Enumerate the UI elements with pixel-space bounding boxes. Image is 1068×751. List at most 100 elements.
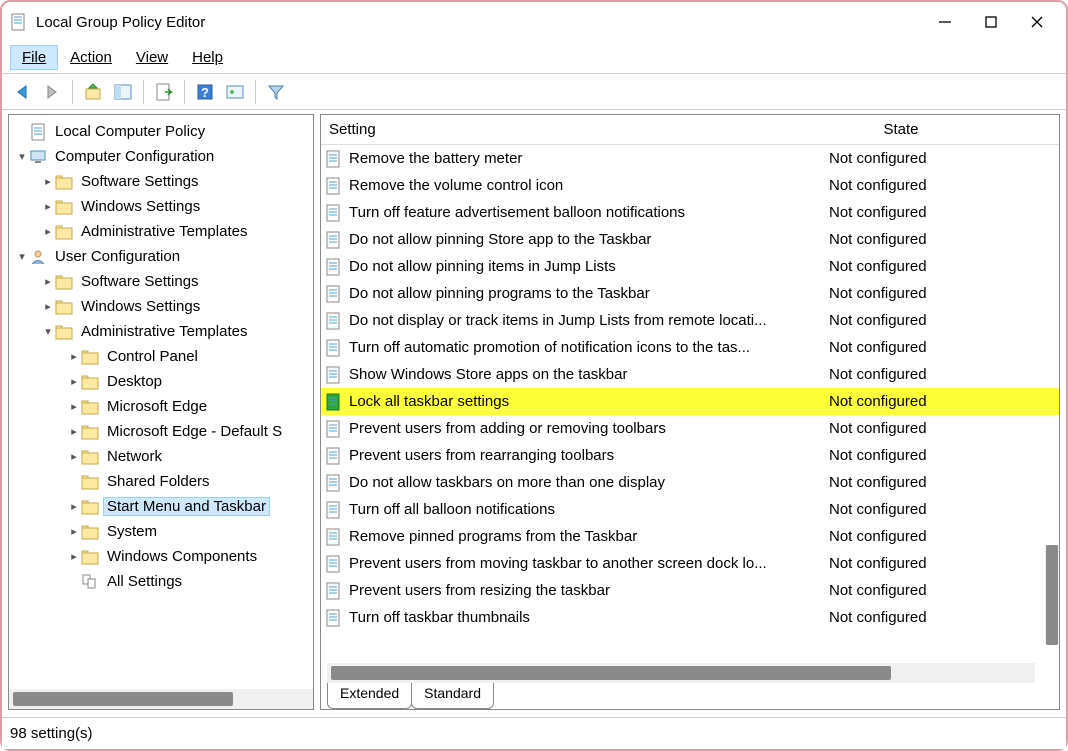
properties-button[interactable] [221,78,249,106]
tree-item-label: System [103,523,161,540]
expander-icon[interactable]: ▸ [67,550,81,563]
tree-item-label: Microsoft Edge - Default S [103,423,286,440]
list-row[interactable]: Do not allow taskbars on more than one d… [321,469,1059,496]
expander-icon[interactable]: ▸ [67,525,81,538]
expander-icon[interactable]: ▾ [41,325,55,338]
expander-icon[interactable]: ▸ [41,225,55,238]
all-icon [81,573,99,591]
setting-label: Do not allow pinning programs to the Tas… [349,285,817,302]
tree-item[interactable]: ▸ System [9,519,313,544]
policy-setting-icon [325,204,343,222]
tree-item[interactable]: ▸Control Panel [9,344,313,369]
tree-item-label: Windows Settings [77,298,204,315]
list-row[interactable]: Remove the battery meterNot configured [321,145,1059,172]
expander-icon[interactable]: ▸ [67,375,81,388]
tree-item[interactable]: ▾User Configuration [9,244,313,269]
tree-item[interactable]: ▾Computer Configuration [9,144,313,169]
policy-setting-icon [325,393,343,411]
menu-help[interactable]: Help [180,45,235,70]
menu-file[interactable]: File [10,45,58,70]
list-hscrollbar[interactable] [327,663,1035,683]
show-hide-tree-button[interactable] [109,78,137,106]
setting-label: Turn off all balloon notifications [349,501,817,518]
list-row[interactable]: Remove the volume control iconNot config… [321,172,1059,199]
tree-pane: Local Computer Policy▾Computer Configura… [8,114,314,710]
column-state[interactable]: State [821,117,981,142]
tree-item-label: Windows Settings [77,198,204,215]
up-button[interactable] [79,78,107,106]
expander-icon[interactable]: ▸ [41,300,55,313]
tree-item[interactable]: ▸Desktop [9,369,313,394]
list-row[interactable]: Lock all taskbar settingsNot configured [321,388,1059,415]
expander-icon[interactable]: ▸ [67,350,81,363]
folder-icon [55,198,73,216]
setting-state: Not configured [817,582,977,599]
maximize-button[interactable] [968,6,1014,38]
tree-hscrollbar[interactable] [9,689,313,709]
expander-icon[interactable]: ▸ [67,425,81,438]
tree-item[interactable]: ▸Network [9,444,313,469]
tree-item[interactable]: ▸Microsoft Edge [9,394,313,419]
filter-button[interactable] [262,78,290,106]
tree-item[interactable]: ▸Software Settings [9,169,313,194]
folder-icon [81,473,99,491]
settings-list[interactable]: Remove the battery meterNot configuredRe… [321,145,1059,659]
tree-item[interactable]: ▸ Microsoft Edge - Default S [9,419,313,444]
setting-label: Prevent users from resizing the taskbar [349,582,817,599]
expander-icon[interactable]: ▸ [41,175,55,188]
setting-state: Not configured [817,339,977,356]
list-row[interactable]: Turn off taskbar thumbnailsNot configure… [321,604,1059,631]
expander-icon[interactable]: ▸ [67,450,81,463]
list-row[interactable]: Do not display or track items in Jump Li… [321,307,1059,334]
list-row[interactable]: Turn off feature advertisement balloon n… [321,199,1059,226]
list-row[interactable]: Do not allow pinning items in Jump Lists… [321,253,1059,280]
tab-extended[interactable]: Extended [327,683,412,709]
tree-item[interactable]: ▸ Windows Settings [9,194,313,219]
tree-item[interactable]: ▸Start Menu and Taskbar [9,494,313,519]
list-row[interactable]: Turn off all balloon notificationsNot co… [321,496,1059,523]
svg-text:?: ? [201,85,209,100]
expander-icon[interactable]: ▾ [15,250,29,263]
expander-icon[interactable]: ▾ [15,150,29,163]
list-row[interactable]: Prevent users from adding or removing to… [321,415,1059,442]
export-list-button[interactable] [150,78,178,106]
tree-item[interactable]: ▸Software Settings [9,269,313,294]
help-button[interactable]: ? [191,78,219,106]
setting-label: Prevent users from rearranging toolbars [349,447,817,464]
tree-item-label: Shared Folders [103,473,214,490]
tree-item[interactable]: All Settings [9,569,313,594]
tree-item[interactable]: Shared Folders [9,469,313,494]
menu-view[interactable]: View [124,45,180,70]
list-row[interactable]: Turn off automatic promotion of notifica… [321,334,1059,361]
list-vscrollbar[interactable] [1045,545,1059,645]
tree-item[interactable]: Local Computer Policy [9,119,313,144]
expander-icon[interactable]: ▸ [67,400,81,413]
list-row[interactable]: Remove pinned programs from the TaskbarN… [321,523,1059,550]
tab-standard[interactable]: Standard [411,683,494,709]
list-row[interactable]: Prevent users from resizing the taskbarN… [321,577,1059,604]
list-row[interactable]: Do not allow pinning programs to the Tas… [321,280,1059,307]
tree-item[interactable]: ▸Administrative Templates [9,219,313,244]
back-button[interactable] [8,78,36,106]
list-row[interactable]: Show Windows Store apps on the taskbarNo… [321,361,1059,388]
tree-item[interactable]: ▸ Windows Settings [9,294,313,319]
column-setting[interactable]: Setting [321,117,821,142]
tree[interactable]: Local Computer Policy▾Computer Configura… [9,115,313,689]
minimize-button[interactable] [922,6,968,38]
tree-item[interactable]: ▸Windows Components [9,544,313,569]
tree-item[interactable]: ▾Administrative Templates [9,319,313,344]
policy-setting-icon [325,366,343,384]
list-row[interactable]: Prevent users from moving taskbar to ano… [321,550,1059,577]
menu-action[interactable]: Action [58,45,124,70]
policy-setting-icon [325,312,343,330]
window-title: Local Group Policy Editor [36,14,922,31]
expander-icon[interactable]: ▸ [41,200,55,213]
folder-icon [55,223,73,241]
expander-icon[interactable]: ▸ [41,275,55,288]
list-row[interactable]: Do not allow pinning Store app to the Ta… [321,226,1059,253]
policy-setting-icon [325,609,343,627]
list-row[interactable]: Prevent users from rearranging toolbarsN… [321,442,1059,469]
expander-icon[interactable]: ▸ [67,500,81,513]
forward-button[interactable] [38,78,66,106]
close-button[interactable] [1014,6,1060,38]
